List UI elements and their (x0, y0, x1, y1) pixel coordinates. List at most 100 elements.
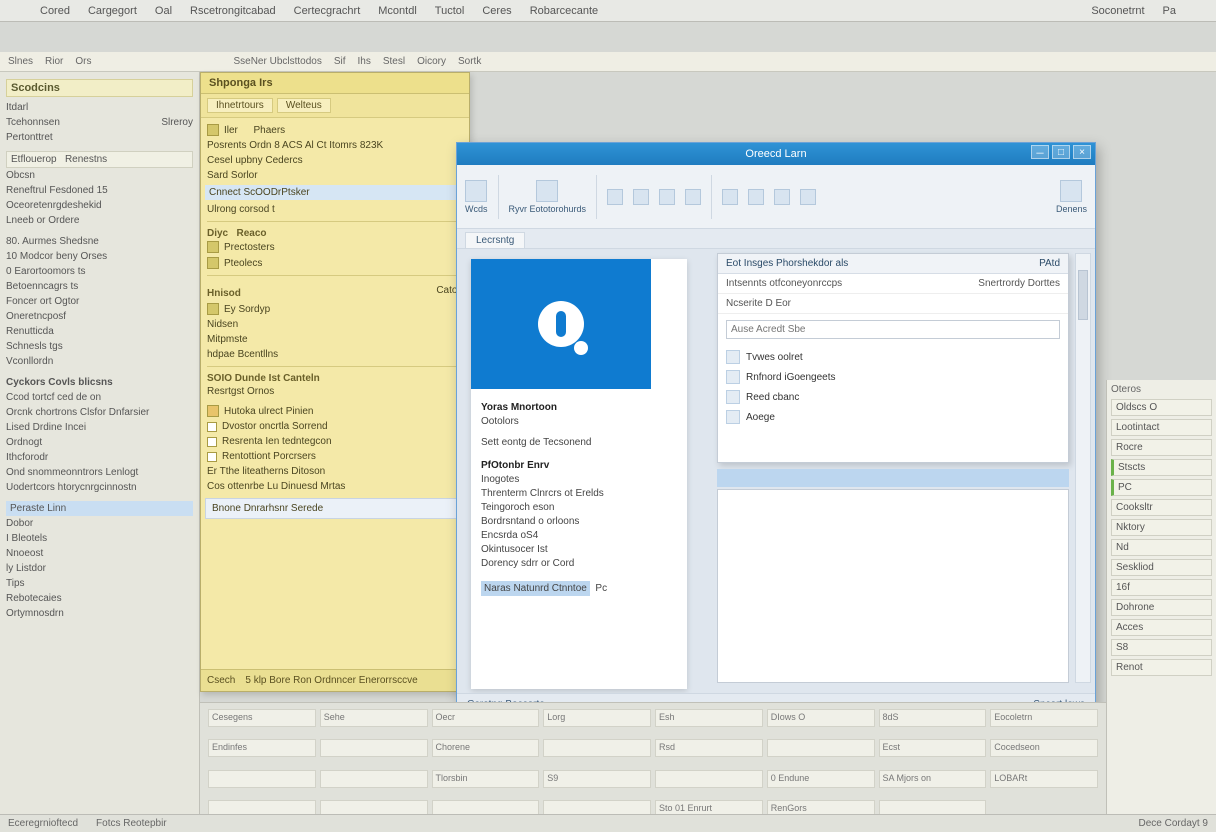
ribbon-small[interactable] (748, 189, 764, 205)
chip[interactable]: PC (1111, 479, 1212, 496)
menu-item[interactable]: Robarcecante (530, 5, 599, 17)
chip[interactable]: Nd (1111, 539, 1212, 556)
left-row[interactable]: Itdarl (6, 100, 193, 115)
sub-item[interactable]: Stesl (383, 56, 405, 67)
left-row[interactable]: Dobor (6, 516, 193, 531)
notes-tool[interactable]: Iler (224, 125, 238, 136)
maximize-button[interactable]: □ (1052, 145, 1070, 159)
vertical-scrollbar[interactable] (1075, 253, 1091, 683)
document-page[interactable]: Yoras Mnortoon Ootolors Sett eontg de Te… (471, 259, 687, 689)
pane-search-input[interactable] (726, 320, 1060, 339)
left-row[interactable]: 0 Earortoomors ts (6, 264, 193, 279)
pane-sub-right[interactable]: Snertrordy Dorttes (978, 278, 1060, 289)
grid-cell[interactable]: Eocoletrn (990, 709, 1098, 727)
pane-item[interactable]: Aoege (722, 407, 1064, 427)
grid-cell[interactable]: S9 (543, 770, 651, 788)
left-row[interactable]: Oceoretenrgdeshekid (6, 198, 193, 213)
chip[interactable]: Seskliod (1111, 559, 1212, 576)
notes-tab[interactable]: Welteus (277, 98, 331, 113)
grid-cell[interactable]: Lorg (543, 709, 651, 727)
sub-item[interactable]: Rior (45, 56, 63, 67)
grid-cell[interactable]: LOBARt (990, 770, 1098, 788)
secondary-page[interactable] (717, 489, 1069, 683)
chip[interactable]: Stscts (1111, 459, 1212, 476)
left-row[interactable]: 10 Modcor beny Orses (6, 249, 193, 264)
chip[interactable]: Acces (1111, 619, 1212, 636)
notes-item[interactable]: Mitpmste (207, 334, 248, 345)
chip[interactable]: Rocre (1111, 439, 1212, 456)
chip[interactable]: S8 (1111, 639, 1212, 656)
grid-cell[interactable]: Rsd (655, 739, 763, 757)
grid-cell[interactable] (320, 770, 428, 788)
grid-cell[interactable] (543, 739, 651, 757)
left-row[interactable]: I Bleotels (6, 531, 193, 546)
sub-item[interactable]: Oicory (417, 56, 446, 67)
sub-item[interactable]: SseNer Ubclsttodos (233, 56, 321, 67)
grid-cell[interactable] (320, 739, 428, 757)
checkbox[interactable] (207, 422, 217, 432)
checkbox[interactable] (207, 437, 217, 447)
left-row[interactable]: Orcnk chortrons Clsfor Dnfarsier (6, 405, 193, 420)
sub-item[interactable]: Sif (334, 56, 346, 67)
ribbon-small[interactable] (607, 189, 623, 205)
left-row[interactable]: Tips (6, 576, 193, 591)
checkbox[interactable] (207, 452, 217, 462)
left-row[interactable]: Obcsn (6, 168, 193, 183)
chip[interactable]: Dohrone (1111, 599, 1212, 616)
menu-item[interactable]: Ceres (482, 5, 511, 17)
left-row-selected[interactable]: Peraste Linn (6, 501, 193, 516)
notes-item[interactable]: hdpae Bcentllns (207, 349, 278, 360)
notes-highlight[interactable]: Cnnect ScOODrPtsker (205, 185, 465, 200)
left-row[interactable]: Ithcforodr (6, 450, 193, 465)
chip[interactable]: 16f (1111, 579, 1212, 596)
menu-item[interactable]: Tuctol (435, 5, 465, 17)
ribbon-small[interactable] (685, 189, 701, 205)
grid-cell[interactable]: Cesegens (208, 709, 316, 727)
grid-cell[interactable] (767, 739, 875, 757)
menu-item[interactable]: Oal (155, 5, 172, 17)
sub-item[interactable]: Ors (75, 56, 91, 67)
ribbon-small[interactable] (800, 189, 816, 205)
ribbon-button-right[interactable]: Denens (1056, 180, 1087, 214)
left-row[interactable]: Ccod tortcf ced de on (6, 390, 193, 405)
scrollbar-thumb[interactable] (1078, 270, 1088, 320)
ribbon-small[interactable] (633, 189, 649, 205)
grid-cell[interactable]: Tlorsbin (432, 770, 540, 788)
left-row[interactable]: ly Listdor (6, 561, 193, 576)
left-row[interactable]: Lneeb or Ordere (6, 213, 193, 228)
ribbon-small[interactable] (774, 189, 790, 205)
chip[interactable]: Cooksltr (1111, 499, 1212, 516)
left-row[interactable]: Renutticda (6, 324, 193, 339)
grid-cell[interactable]: Ecst (879, 739, 987, 757)
left-row[interactable]: Ordnogt (6, 435, 193, 450)
chip[interactable]: Renot (1111, 659, 1212, 676)
pane-item[interactable]: Rnfnord iGoengeets (722, 367, 1064, 387)
menu-item[interactable]: Cored (40, 5, 70, 17)
left-row[interactable]: Ortymnosdrn (6, 606, 193, 621)
menu-item[interactable]: Certecgrachrt (294, 5, 361, 17)
chip[interactable]: Nktory (1111, 519, 1212, 536)
notes-tab[interactable]: Ihnetrtours (207, 98, 273, 113)
pane-item[interactable]: Tvwes oolret (722, 347, 1064, 367)
pane-item[interactable]: Reed cbanc (722, 387, 1064, 407)
left-row[interactable]: Uodertcors htorycnrgcinnostn (6, 480, 193, 495)
minimize-button[interactable]: － (1031, 145, 1049, 159)
ribbon-small[interactable] (722, 189, 738, 205)
left-row[interactable]: Renestns (65, 154, 107, 165)
notes-foot-item[interactable]: Csech (207, 675, 235, 686)
left-row[interactable]: Lised Drdine Incei (6, 420, 193, 435)
pane-title-right[interactable]: PAtd (1039, 258, 1060, 269)
notes-check[interactable]: Resrenta Ien tedntegcon (222, 436, 332, 447)
left-row[interactable]: Etflouerop (11, 154, 57, 165)
left-row[interactable]: Nnoeost (6, 546, 193, 561)
notes-item[interactable]: Pteolecs (224, 258, 262, 269)
ribbon-button[interactable]: Wcds (465, 180, 488, 214)
grid-cell[interactable]: 0 Endune (767, 770, 875, 788)
left-row[interactable]: Tcehonnsen (6, 117, 60, 128)
left-row[interactable]: Rebotecaies (6, 591, 193, 606)
left-row[interactable]: Oneretncposf (6, 309, 193, 324)
grid-cell[interactable]: Endinfes (208, 739, 316, 757)
notes-check[interactable]: Hutoka ulrect Pinien (224, 406, 314, 417)
grid-cell[interactable]: Esh (655, 709, 763, 727)
notes-item[interactable]: Prectosters (224, 242, 275, 253)
